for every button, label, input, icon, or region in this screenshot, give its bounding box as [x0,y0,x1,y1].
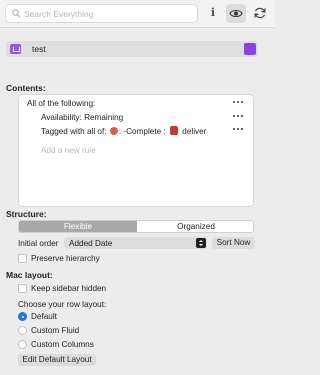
add-rule-field[interactable]: Add a new rule [41,146,96,155]
keep-sidebar-hidden-label: Keep sidebar hidden [31,284,107,293]
radio-custom-columns-label: Custom Columns [31,340,94,349]
tag-icon [10,44,21,54]
mac-layout-title: Mac layout: [6,270,53,280]
color-swatch[interactable] [244,43,256,55]
rule-availability[interactable]: Availability: Remaining [41,113,123,122]
preserve-hierarchy-label: Preserve hierarchy [31,254,100,263]
perspective-settings: test Contents: All of the following: Ava… [0,29,275,375]
ball-emoji-icon [109,127,118,135]
rules-box: All of the following: Availability: Rema… [18,94,254,207]
edit-default-layout-button[interactable]: Edit Default Layout [18,354,96,366]
rule-tag-complete: : -Complete : [118,127,166,136]
preserve-hierarchy-checkbox[interactable] [18,254,27,263]
initial-order-label: Initial order [18,239,59,248]
mailbox-emoji-icon [169,126,178,135]
radio-custom-fluid[interactable] [18,326,27,335]
radio-default[interactable] [18,312,27,321]
toolbar: Search Everything i [0,0,275,28]
row-layout-prompt: Choose your row layout: [18,300,107,309]
tag-name-row[interactable]: test [6,41,258,57]
eye-button[interactable] [226,4,246,23]
initial-order-select[interactable]: Added Date [64,237,207,249]
eye-icon [229,9,243,18]
search-field[interactable]: Search Everything [5,4,198,23]
search-placeholder: Search Everything [24,9,94,19]
rule-group-label[interactable]: All of the following: [27,99,95,108]
refresh-icon[interactable] [253,6,267,20]
search-icon [12,9,21,18]
more-icon[interactable] [233,101,245,105]
contents-title: Contents: [6,83,46,93]
rule-tagged-prefix: Tagged with all of: [41,127,107,136]
chevron-updown-icon [196,238,206,248]
rule-tagged-with[interactable]: Tagged with all of: : -Complete : delive… [41,126,206,136]
radio-default-label: Default [31,312,57,321]
structure-title: Structure: [6,209,47,219]
more-icon[interactable] [233,115,245,119]
radio-custom-columns[interactable] [18,340,27,349]
initial-order-value: Added Date [69,238,113,248]
segment-organized[interactable]: Organized [137,221,253,232]
info-icon[interactable]: i [208,6,218,20]
keep-sidebar-hidden-checkbox[interactable] [18,284,27,293]
radio-custom-fluid-label: Custom Fluid [31,326,80,335]
rule-tag-deliver: deliver [182,127,207,136]
tag-name[interactable]: test [32,44,46,54]
more-icon[interactable] [233,128,245,132]
segment-flexible[interactable]: Flexible [19,221,137,232]
structure-segmented-control[interactable]: Flexible Organized [18,220,254,233]
sort-now-button[interactable]: Sort Now [212,237,255,249]
